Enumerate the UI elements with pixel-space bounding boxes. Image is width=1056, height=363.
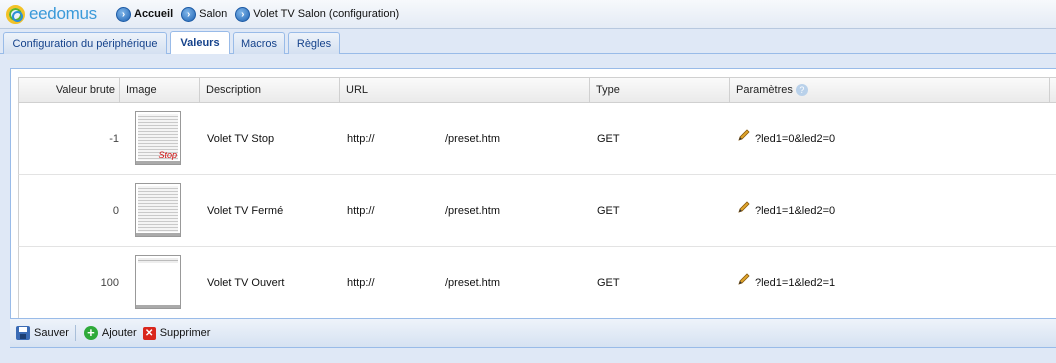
eedomus-logo[interactable]: eedomus: [6, 4, 116, 24]
question-icon[interactable]: ?: [795, 84, 808, 97]
column-header-raw-value[interactable]: Valeur brute: [19, 78, 120, 102]
logo-icon: [6, 4, 25, 24]
table-row[interactable]: 0 Volet TV Fermé http:// /preset.htm GET…: [18, 175, 1056, 247]
parameters: ?led1=1&led2=1: [737, 247, 835, 319]
floppy-disk-icon: [16, 326, 30, 340]
pencil-icon[interactable]: [737, 272, 751, 286]
breadcrumb-salon[interactable]: › Salon: [181, 6, 228, 22]
description: Volet TV Ouvert: [207, 277, 285, 289]
delete-label: Supprimer: [159, 327, 211, 339]
breadcrumb-label: Accueil: [134, 8, 174, 20]
tab-macros[interactable]: Macros: [233, 32, 285, 54]
parameters-value: ?led1=1&led2=0: [755, 205, 836, 217]
tab-regles[interactable]: Règles: [288, 32, 340, 54]
url-suffix: /preset.htm: [445, 133, 501, 145]
description: Volet TV Stop: [207, 133, 275, 145]
add-button[interactable]: + Ajouter: [83, 326, 137, 340]
url-prefix: http://: [347, 205, 375, 217]
pencil-icon[interactable]: [737, 128, 751, 142]
pencil-icon[interactable]: [737, 200, 751, 214]
column-header-type[interactable]: Type: [590, 78, 730, 102]
column-header-label: Paramètres: [736, 84, 793, 96]
type: GET: [597, 277, 620, 289]
delete-button[interactable]: ✕ Supprimer: [142, 326, 211, 340]
save-label: Sauver: [34, 327, 69, 339]
shutter-open-image[interactable]: [135, 255, 181, 309]
x-square-icon: ✕: [142, 326, 156, 340]
parameters: ?led1=0&led2=0: [737, 103, 835, 175]
shutter-stop-image[interactable]: Stop: [135, 111, 181, 165]
url-prefix: http://: [347, 277, 375, 289]
arrow-right-circle-icon: ›: [116, 6, 131, 22]
tab-valeurs[interactable]: Valeurs: [170, 31, 230, 54]
shutter-closed-image[interactable]: [135, 183, 181, 237]
raw-value: -1: [109, 133, 119, 145]
raw-value: 100: [100, 277, 119, 289]
url-suffix: /preset.htm: [445, 277, 501, 289]
plus-circle-icon: +: [83, 326, 98, 340]
arrow-right-circle-icon: ›: [235, 6, 251, 22]
parameters-value: ?led1=0&led2=0: [755, 133, 836, 145]
column-header-description[interactable]: Description: [200, 78, 340, 102]
grid-header: Valeur brute Image Description URL Type …: [18, 77, 1056, 103]
description: Volet TV Fermé: [207, 205, 284, 217]
raw-value: 0: [112, 205, 119, 217]
stop-label: Stop: [158, 150, 177, 160]
add-label: Ajouter: [101, 327, 137, 339]
breadcrumb-label: Volet TV Salon (configuration): [253, 8, 400, 20]
tab-bar: Configuration du périphérique Valeurs Ma…: [0, 30, 1056, 54]
parameters-value: ?led1=1&led2=1: [755, 277, 836, 289]
column-header-url[interactable]: URL: [340, 78, 590, 102]
breadcrumb-accueil[interactable]: › Accueil: [116, 6, 174, 22]
url-suffix: /preset.htm: [445, 205, 501, 217]
type: GET: [597, 133, 620, 145]
table-row[interactable]: 100 Volet TV Ouvert http:// /preset.htm …: [18, 247, 1056, 319]
url-prefix: http://: [347, 133, 375, 145]
breadcrumb-label: Salon: [199, 8, 228, 20]
tab-configuration[interactable]: Configuration du périphérique: [3, 32, 167, 54]
arrow-right-circle-icon: ›: [181, 6, 197, 22]
parameters: ?led1=1&led2=0: [737, 175, 835, 247]
save-button[interactable]: Sauver: [16, 326, 69, 340]
top-bar: eedomus › Accueil › Salon › Volet TV Sal…: [0, 0, 1056, 29]
logo-text: eedomus: [29, 4, 97, 23]
values-panel: Valeur brute Image Description URL Type …: [10, 68, 1056, 348]
breadcrumb-device[interactable]: › Volet TV Salon (configuration): [235, 6, 400, 22]
column-header-image[interactable]: Image: [120, 78, 200, 102]
type: GET: [597, 205, 620, 217]
toolbar-separator: [74, 325, 76, 341]
table-row[interactable]: -1 Stop Volet TV Stop http:// /preset.ht…: [18, 103, 1056, 175]
column-header-parametres[interactable]: Paramètres?: [730, 78, 1050, 102]
bottom-toolbar: Sauver + Ajouter ✕ Supprimer: [10, 318, 1056, 347]
